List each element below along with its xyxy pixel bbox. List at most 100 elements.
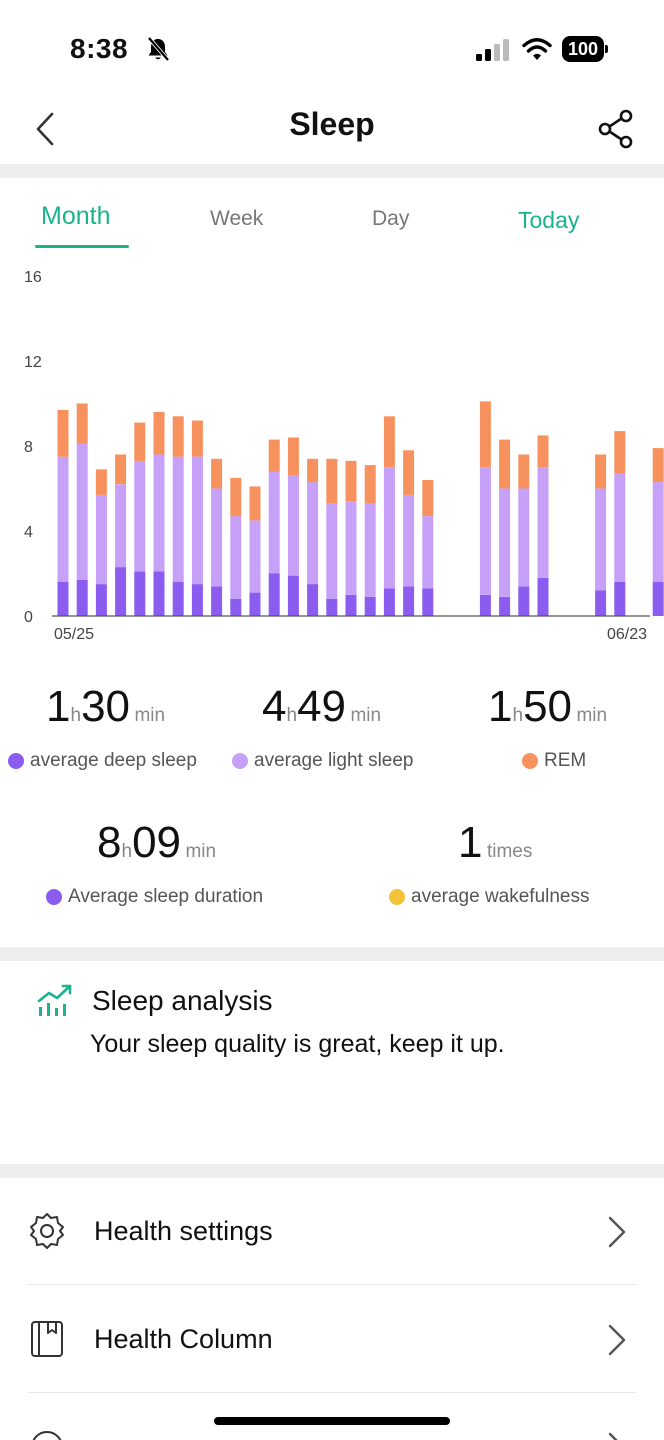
bar-rem-day-1[interactable] — [57, 409, 69, 457]
bar-light-day-29[interactable] — [595, 488, 607, 591]
share-icon[interactable] — [596, 108, 638, 150]
bar-rem-day-29[interactable] — [595, 454, 607, 489]
bar-deep-day-24[interactable] — [499, 596, 511, 616]
bar-rem-day-30[interactable] — [614, 431, 626, 474]
bar-light-day-10[interactable] — [230, 516, 242, 599]
bar-deep-day-9[interactable] — [211, 586, 223, 616]
bar-rem-day-2[interactable] — [76, 403, 88, 444]
bar-light-day-7[interactable] — [172, 456, 184, 582]
chevron-right-icon — [608, 1216, 626, 1248]
bar-rem-day-23[interactable] — [479, 401, 491, 468]
bar-rem-day-11[interactable] — [249, 486, 261, 521]
bar-light-day-5[interactable] — [134, 460, 146, 572]
tab-day[interactable]: Day — [372, 207, 409, 231]
bar-rem-day-4[interactable] — [115, 454, 127, 485]
bar-light-day-2[interactable] — [76, 443, 88, 580]
bar-rem-day-16[interactable] — [345, 460, 357, 502]
bar-deep-day-4[interactable] — [115, 567, 127, 616]
bar-deep-day-25[interactable] — [518, 586, 530, 616]
bar-light-day-18[interactable] — [383, 467, 395, 589]
bar-light-day-13[interactable] — [287, 475, 299, 576]
bar-rem-day-15[interactable] — [326, 458, 338, 504]
menu-health-settings[interactable]: Health settings — [0, 1178, 664, 1284]
bar-deep-day-30[interactable] — [614, 582, 626, 616]
bar-deep-day-2[interactable] — [76, 579, 88, 616]
deep-h-unit: h — [70, 705, 82, 726]
bar-deep-day-16[interactable] — [345, 594, 357, 617]
tab-month[interactable]: Month — [41, 202, 110, 231]
deep-minutes: 30 — [81, 682, 131, 731]
bar-light-day-30[interactable] — [614, 473, 626, 582]
status-time: 8:38 — [70, 33, 129, 64]
bar-rem-day-8[interactable] — [191, 420, 203, 457]
bar-deep-day-10[interactable] — [230, 599, 242, 616]
bar-light-day-4[interactable] — [115, 484, 127, 568]
bar-deep-day-5[interactable] — [134, 571, 146, 616]
bar-rem-day-19[interactable] — [403, 450, 415, 495]
bar-light-day-15[interactable] — [326, 503, 338, 599]
bar-rem-day-7[interactable] — [172, 416, 184, 457]
bar-rem-day-9[interactable] — [211, 458, 223, 489]
bar-light-day-6[interactable] — [153, 454, 165, 572]
tab-week[interactable]: Week — [210, 207, 263, 231]
bar-rem-day-3[interactable] — [95, 469, 107, 495]
bar-rem-day-12[interactable] — [268, 439, 280, 472]
bar-rem-day-20[interactable] — [422, 480, 434, 517]
bar-rem-day-6[interactable] — [153, 412, 165, 455]
bar-deep-day-17[interactable] — [364, 596, 376, 616]
bar-light-day-14[interactable] — [307, 482, 319, 585]
bar-light-day-17[interactable] — [364, 503, 376, 597]
tab-today[interactable]: Today — [518, 207, 579, 234]
bar-rem-day-13[interactable] — [287, 437, 299, 476]
bar-light-day-25[interactable] — [518, 488, 530, 587]
chevron-right-icon — [608, 1432, 618, 1440]
bar-rem-day-26[interactable] — [537, 435, 549, 468]
legend-rem: REM — [522, 750, 586, 772]
bar-rem-day-25[interactable] — [518, 454, 530, 489]
bar-deep-day-18[interactable] — [383, 588, 395, 616]
bar-deep-day-1[interactable] — [57, 582, 69, 616]
bar-light-day-20[interactable] — [422, 516, 434, 589]
bar-light-day-8[interactable] — [191, 456, 203, 585]
bar-rem-day-14[interactable] — [307, 458, 319, 483]
bar-deep-day-3[interactable] — [95, 584, 107, 616]
bar-deep-day-26[interactable] — [537, 577, 549, 617]
x-end-label: 06/23 — [607, 626, 647, 643]
duration-min-unit: min — [185, 841, 217, 862]
bar-light-day-12[interactable] — [268, 471, 280, 574]
bar-deep-day-6[interactable] — [153, 571, 165, 616]
light-hours: 4 — [262, 682, 287, 731]
menu-label: Health Column — [94, 1324, 273, 1354]
bar-deep-day-11[interactable] — [249, 592, 261, 616]
bar-light-day-9[interactable] — [211, 488, 223, 587]
bar-light-day-23[interactable] — [479, 467, 491, 595]
bar-deep-day-32[interactable] — [652, 582, 664, 616]
bar-light-day-26[interactable] — [537, 467, 549, 578]
bar-deep-day-19[interactable] — [403, 586, 415, 616]
bar-rem-day-10[interactable] — [230, 477, 242, 517]
bar-rem-day-32[interactable] — [652, 448, 664, 483]
bar-light-day-1[interactable] — [57, 456, 69, 582]
bar-light-day-11[interactable] — [249, 520, 261, 593]
bar-deep-day-23[interactable] — [479, 594, 491, 617]
bar-deep-day-7[interactable] — [172, 582, 184, 616]
bar-light-day-19[interactable] — [403, 494, 415, 587]
bar-deep-day-15[interactable] — [326, 599, 338, 616]
bar-rem-day-17[interactable] — [364, 465, 376, 504]
history-icon — [32, 1431, 62, 1440]
bar-rem-day-18[interactable] — [383, 416, 395, 468]
menu-health-column[interactable]: Health Column — [0, 1286, 664, 1392]
home-indicator[interactable] — [214, 1417, 450, 1425]
bar-light-day-32[interactable] — [652, 482, 664, 582]
bar-deep-day-12[interactable] — [268, 573, 280, 617]
bar-deep-day-13[interactable] — [287, 575, 299, 616]
bar-deep-day-8[interactable] — [191, 584, 203, 616]
bar-light-day-16[interactable] — [345, 501, 357, 595]
bar-deep-day-29[interactable] — [595, 590, 607, 617]
bar-rem-day-24[interactable] — [499, 439, 511, 489]
bar-rem-day-5[interactable] — [134, 422, 146, 461]
bar-light-day-3[interactable] — [95, 494, 107, 585]
bar-deep-day-20[interactable] — [422, 588, 434, 616]
bar-light-day-24[interactable] — [499, 488, 511, 597]
bar-deep-day-14[interactable] — [307, 584, 319, 616]
